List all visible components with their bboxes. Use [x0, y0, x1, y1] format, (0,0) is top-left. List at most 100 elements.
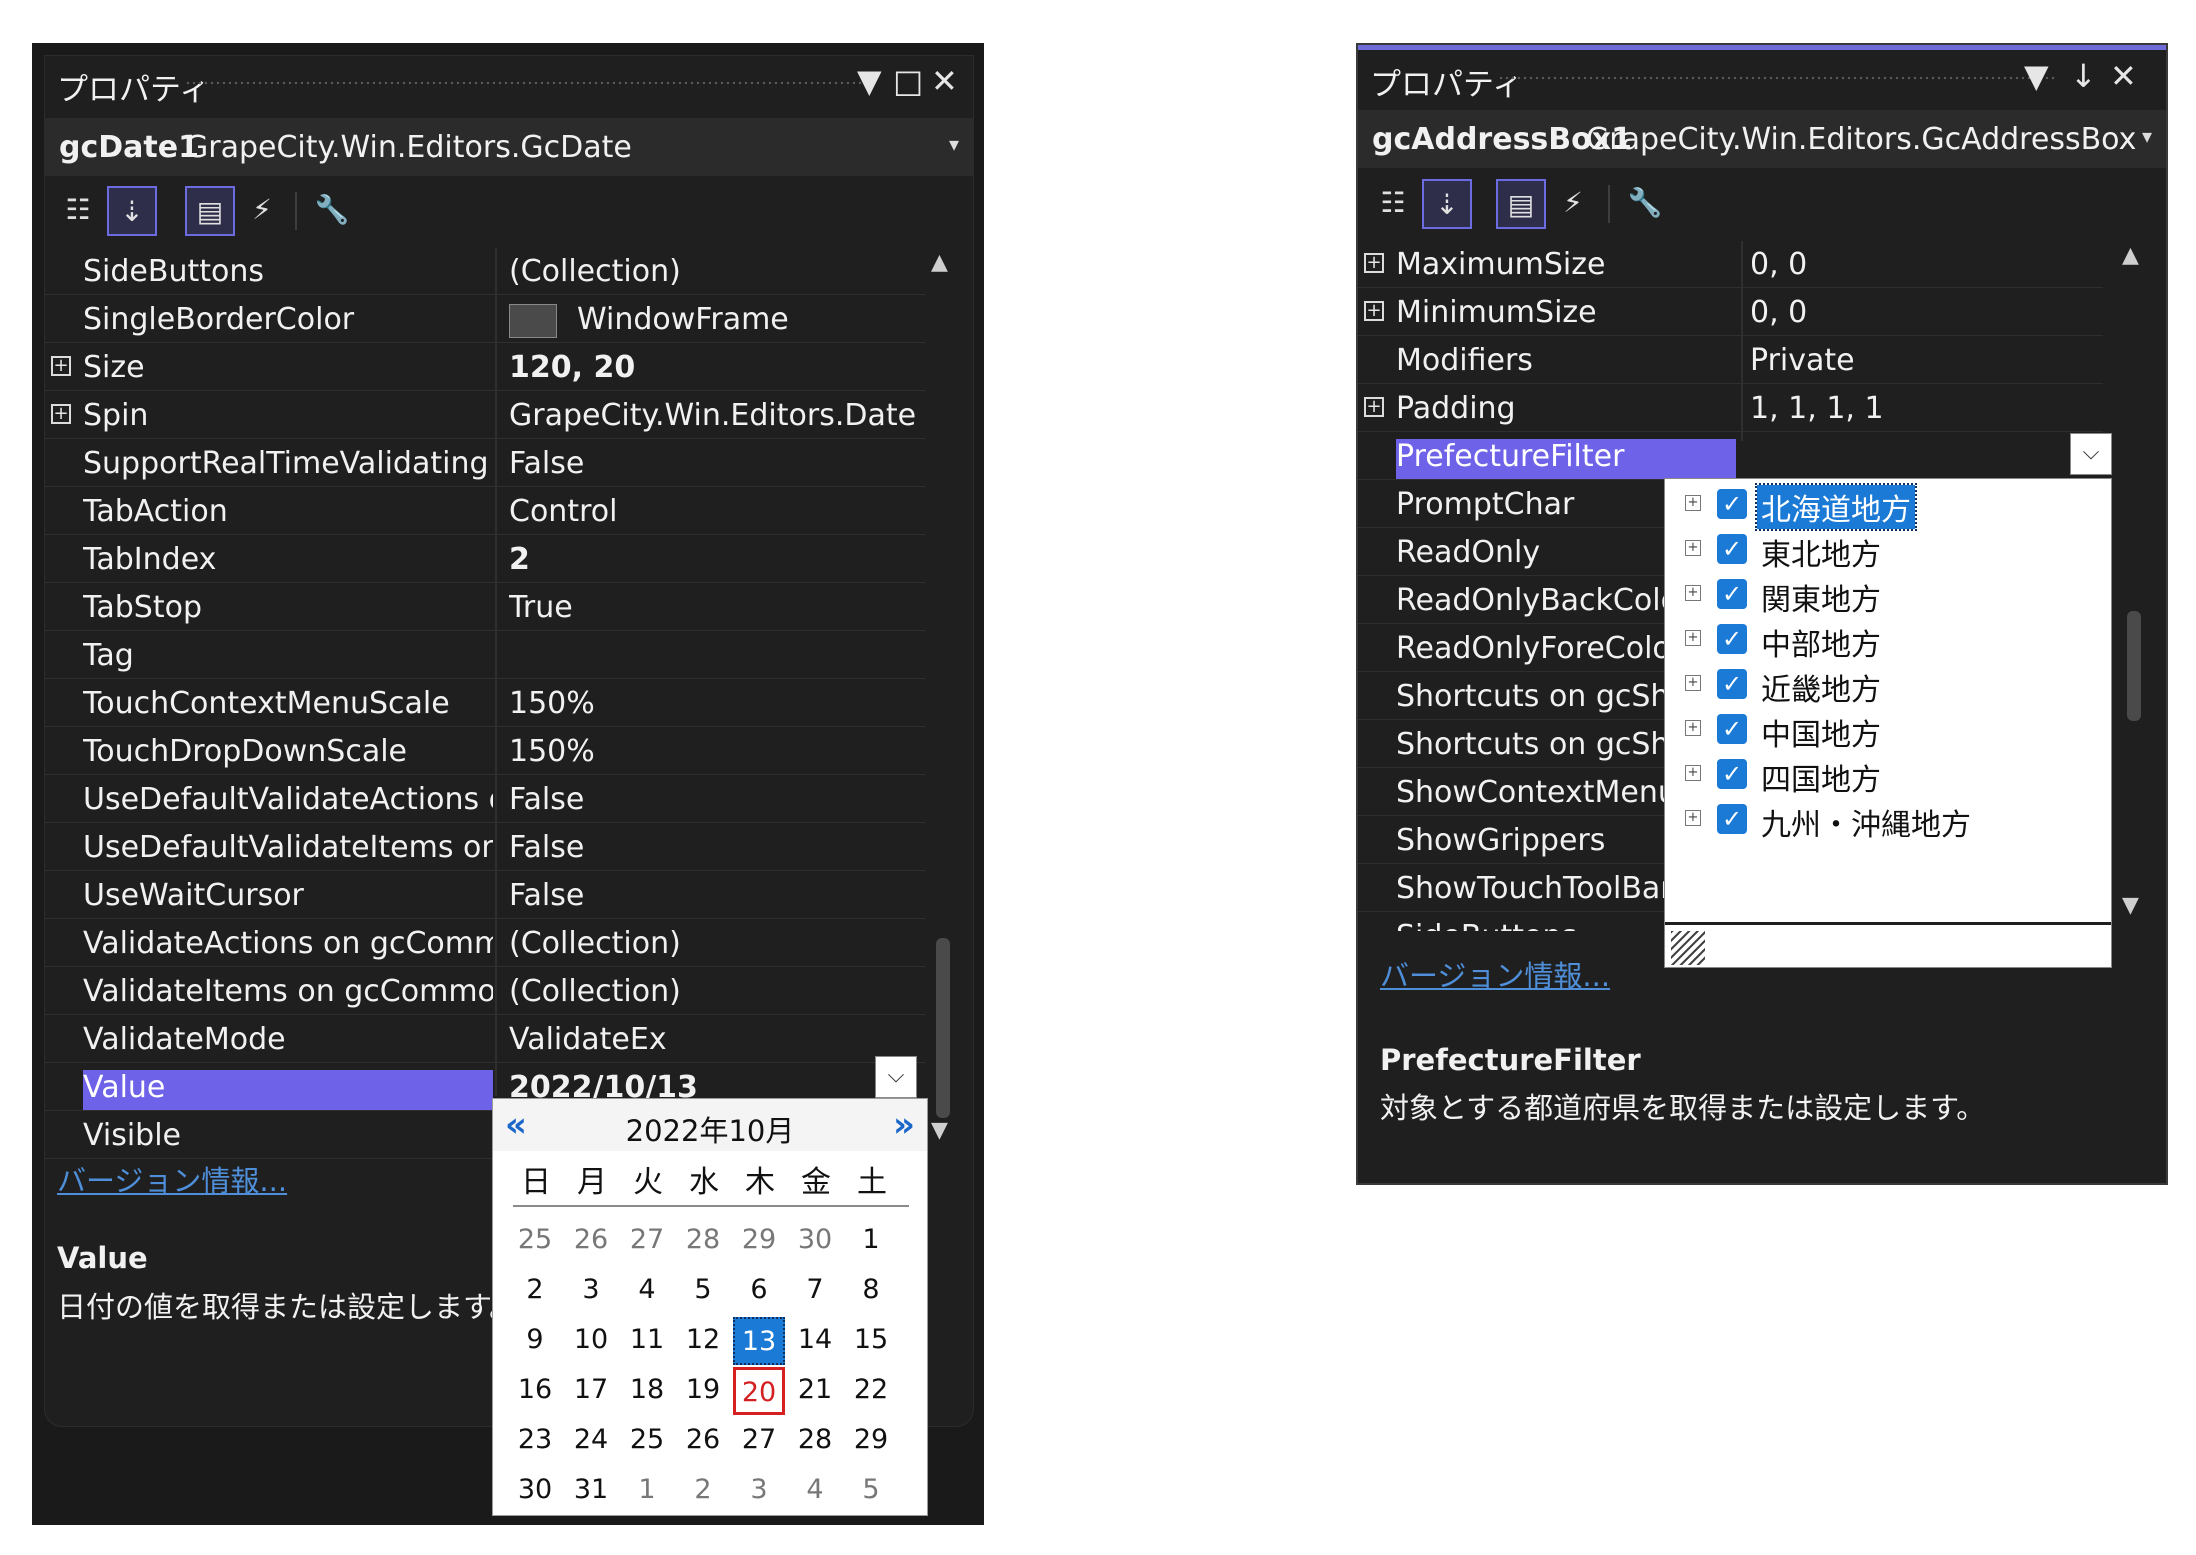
calendar-day[interactable]: 18 [621, 1367, 673, 1415]
property-value[interactable]: Control [509, 494, 915, 529]
property-value[interactable]: GrapeCity.Win.Editors.DateSpin [509, 398, 915, 433]
property-row[interactable]: ValidateMode ValidateEx [45, 1016, 925, 1063]
property-value[interactable]: ValidateEx [509, 1022, 915, 1057]
calendar-day[interactable]: 15 [845, 1317, 897, 1365]
column-divider[interactable] [495, 248, 497, 1096]
expand-icon[interactable]: + [1685, 585, 1701, 601]
calendar-day[interactable]: 6 [733, 1267, 785, 1315]
window-menu-icon[interactable]: ▼ [857, 62, 882, 100]
scroll-up-icon[interactable]: ▲ [2122, 243, 2139, 268]
property-scrollbar[interactable]: ▲ ▼ [927, 248, 957, 1143]
property-row[interactable]: + MaximumSize 0, 0 [1358, 241, 2103, 288]
checkbox-checked-icon[interactable]: ✓ [1717, 534, 1747, 564]
expand-icon[interactable]: + [51, 356, 71, 376]
calendar-day[interactable]: 7 [789, 1267, 841, 1315]
scroll-thumb[interactable] [936, 938, 950, 1118]
calendar-day[interactable]: 2 [677, 1467, 729, 1515]
calendar-day[interactable]: 27 [733, 1417, 785, 1465]
resize-grip-icon[interactable] [1671, 931, 1705, 965]
calendar-day[interactable]: 5 [677, 1267, 729, 1315]
property-row[interactable]: UseDefaultValidateItems on gc False [45, 824, 925, 871]
object-selector[interactable]: gcAddressBox1 GrapeCity.Win.Editors.GcAd… [1358, 110, 2166, 168]
checkbox-checked-icon[interactable]: ✓ [1717, 804, 1747, 834]
property-row[interactable]: SupportRealTimeValidating on False [45, 440, 925, 487]
next-month-button[interactable]: » [893, 1105, 915, 1145]
prefecture-item[interactable]: + ✓ 九州・沖縄地方 [1685, 798, 2095, 843]
prefecture-item[interactable]: + ✓ 近畿地方 [1685, 663, 2095, 708]
properties-icon[interactable]: ▤ [1496, 179, 1546, 229]
property-row[interactable]: Tag [45, 632, 925, 679]
calendar-day[interactable]: 5 [845, 1467, 897, 1515]
property-value[interactable]: False [509, 782, 915, 817]
property-value[interactable]: 120, 20 [509, 350, 915, 385]
categorized-icon[interactable]: ☷ [53, 186, 103, 236]
property-value[interactable]: False [509, 830, 915, 865]
expand-icon[interactable]: + [1685, 675, 1701, 691]
categorized-icon[interactable]: ☷ [1368, 179, 1418, 229]
property-scrollbar[interactable]: ▲ ▼ [2118, 241, 2148, 931]
expand-icon[interactable]: + [1685, 495, 1701, 511]
calendar-day[interactable]: 29 [845, 1417, 897, 1465]
checkbox-checked-icon[interactable]: ✓ [1717, 624, 1747, 654]
calendar-day[interactable]: 3 [733, 1467, 785, 1515]
property-row[interactable]: TouchContextMenuScale 150% [45, 680, 925, 727]
property-row[interactable]: SingleBorderColor WindowFrame [45, 296, 925, 343]
calendar-day[interactable]: 30 [509, 1467, 561, 1515]
calendar-day[interactable]: 26 [677, 1417, 729, 1465]
property-row[interactable]: + Size 120, 20 [45, 344, 925, 391]
checkbox-checked-icon[interactable]: ✓ [1717, 759, 1747, 789]
property-value[interactable]: (Collection) [509, 974, 915, 1009]
property-value[interactable]: False [509, 878, 915, 913]
calendar-day[interactable]: 1 [621, 1467, 673, 1515]
expand-icon[interactable]: + [51, 404, 71, 424]
close-icon[interactable]: ✕ [931, 62, 958, 100]
events-icon[interactable]: ⚡ [237, 186, 287, 236]
calendar-day[interactable]: 26 [565, 1217, 617, 1265]
property-row[interactable]: TabIndex 2 [45, 536, 925, 583]
close-icon[interactable]: ✕ [2110, 57, 2137, 95]
calendar-day[interactable]: 3 [565, 1267, 617, 1315]
calendar-day[interactable]: 28 [677, 1217, 729, 1265]
calendar-day[interactable]: 29 [733, 1217, 785, 1265]
prefecture-dropdown-button[interactable]: ⌵ [2070, 433, 2112, 475]
expand-icon[interactable]: + [1364, 397, 1384, 417]
calendar-day[interactable]: 21 [789, 1367, 841, 1415]
checkbox-checked-icon[interactable]: ✓ [1717, 489, 1747, 519]
property-value[interactable]: 2 [509, 542, 915, 577]
calendar-day[interactable]: 23 [509, 1417, 561, 1465]
prefecture-item[interactable]: + ✓ 中部地方 [1685, 618, 2095, 663]
calendar-day[interactable]: 17 [565, 1367, 617, 1415]
prefecture-item[interactable]: + ✓ 中国地方 [1685, 708, 2095, 753]
property-value[interactable]: 0, 0 [1750, 295, 2090, 330]
calendar-month-label[interactable]: 2022年10月 [493, 1108, 927, 1150]
calendar-day[interactable]: 24 [565, 1417, 617, 1465]
property-row[interactable]: + MinimumSize 0, 0 [1358, 289, 2103, 336]
chevron-down-icon[interactable]: ▾ [949, 132, 959, 156]
calendar-day[interactable]: 11 [621, 1317, 673, 1365]
calendar-day[interactable]: 9 [509, 1317, 561, 1365]
calendar-day[interactable]: 31 [565, 1467, 617, 1515]
checkbox-checked-icon[interactable]: ✓ [1717, 669, 1747, 699]
value-dropdown-button[interactable]: ⌵ [875, 1056, 917, 1098]
alphabetical-icon[interactable]: ⇣ [107, 186, 157, 236]
expand-icon[interactable]: + [1685, 720, 1701, 736]
property-value[interactable]: Private [1750, 343, 2090, 378]
property-row[interactable]: ValidateActions on gcCommor (Collection) [45, 920, 925, 967]
calendar-day[interactable]: 25 [509, 1217, 561, 1265]
property-row[interactable]: PrefectureFilter [1358, 433, 2103, 480]
calendar-day[interactable]: 20 [733, 1367, 785, 1415]
calendar-day[interactable]: 30 [789, 1217, 841, 1265]
pin-icon[interactable]: ↓ [2070, 57, 2097, 95]
property-row[interactable]: Modifiers Private [1358, 337, 2103, 384]
expand-icon[interactable]: + [1685, 630, 1701, 646]
property-value[interactable]: 1, 1, 1, 1 [1750, 391, 2090, 426]
property-row[interactable]: + Padding 1, 1, 1, 1 [1358, 385, 2103, 432]
prefecture-item[interactable]: + ✓ 四国地方 [1685, 753, 2095, 798]
calendar-day[interactable]: 4 [789, 1467, 841, 1515]
calendar-day[interactable]: 1 [845, 1217, 897, 1265]
calendar-day[interactable]: 22 [845, 1367, 897, 1415]
scroll-up-icon[interactable]: ▲ [931, 250, 948, 275]
calendar-day[interactable]: 28 [789, 1417, 841, 1465]
checkbox-checked-icon[interactable]: ✓ [1717, 579, 1747, 609]
calendar-day[interactable]: 4 [621, 1267, 673, 1315]
